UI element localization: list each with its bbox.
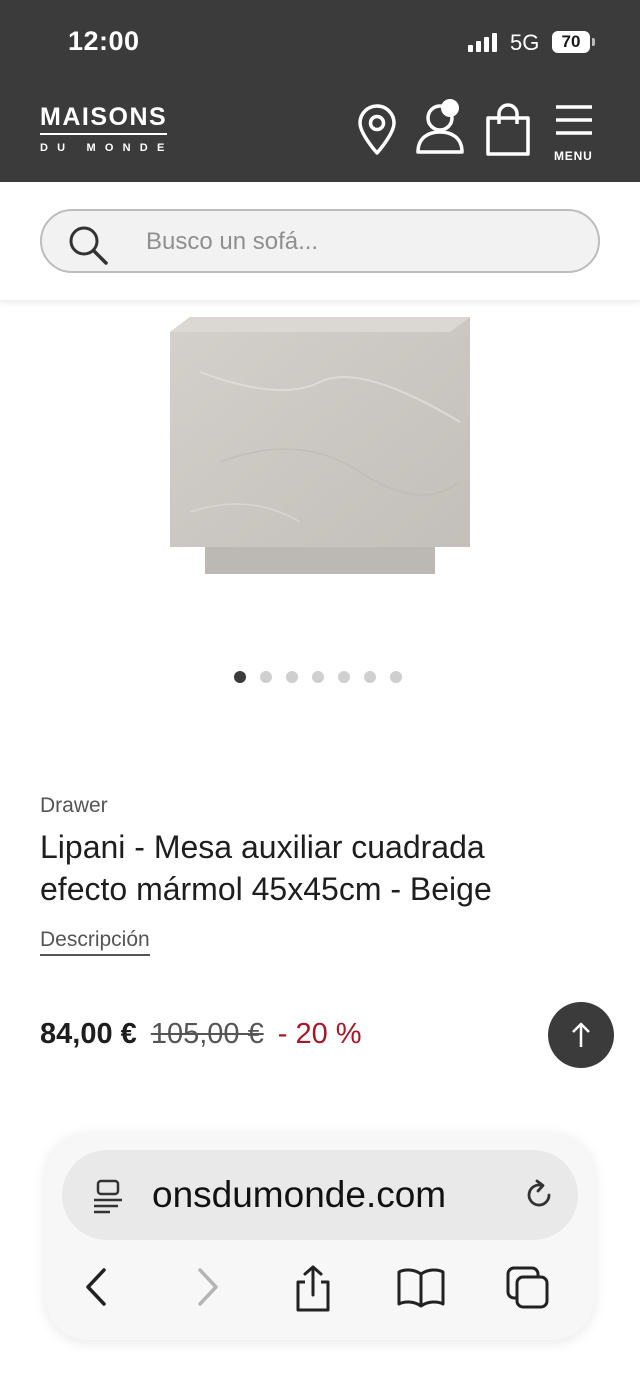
signal-icon xyxy=(468,33,497,52)
menu-label[interactable]: MENU xyxy=(554,149,593,163)
site-header: 12:00 5G 70 MAISONS DU MONDE MENU xyxy=(0,0,640,182)
bookmarks-icon[interactable] xyxy=(396,1264,446,1310)
logo-sub-text: DU MONDE xyxy=(40,142,174,154)
product-brand[interactable]: Drawer xyxy=(40,794,108,818)
product-title: Lipani - Mesa auxiliar cuadrada efecto m… xyxy=(40,829,492,907)
tabs-icon[interactable] xyxy=(504,1264,552,1312)
search-icon[interactable] xyxy=(66,223,110,267)
product-image[interactable] xyxy=(160,312,500,582)
gallery-dot[interactable] xyxy=(364,671,376,683)
gallery-dot[interactable] xyxy=(234,671,246,683)
back-to-top-button[interactable] xyxy=(548,1002,614,1068)
description-link[interactable]: Descripción xyxy=(40,928,150,956)
forward-icon[interactable] xyxy=(190,1264,226,1310)
status-time: 12:00 xyxy=(68,26,140,56)
gallery-dot[interactable] xyxy=(260,671,272,683)
search-input[interactable] xyxy=(146,227,566,257)
price-original: 105,00 € xyxy=(150,1018,264,1050)
gallery-dot[interactable] xyxy=(390,671,402,683)
logo-main-text: MAISONS xyxy=(40,103,168,131)
site-logo[interactable]: MAISONS DU MONDE xyxy=(40,104,174,154)
battery-icon: 70 xyxy=(552,31,590,53)
back-icon[interactable] xyxy=(78,1264,114,1310)
arrow-up-icon xyxy=(572,1022,590,1047)
network-type: 5G xyxy=(510,30,540,55)
browser-nav-row xyxy=(46,1260,594,1320)
reload-icon[interactable] xyxy=(522,1178,556,1212)
gallery-dot[interactable] xyxy=(312,671,324,683)
discount-label: - 20 % xyxy=(277,1018,362,1050)
logo-divider xyxy=(40,133,167,135)
price-current: 84,00 € xyxy=(40,1018,137,1050)
address-bar[interactable]: onsdumonde.com xyxy=(62,1150,578,1240)
gallery-dot[interactable] xyxy=(338,671,350,683)
store-locator-icon[interactable] xyxy=(356,104,398,156)
cart-icon[interactable] xyxy=(484,102,532,158)
gallery-dots xyxy=(234,671,402,683)
url-text[interactable]: onsdumonde.com xyxy=(152,1174,524,1216)
search-bar[interactable] xyxy=(40,209,600,273)
battery-tip xyxy=(592,38,595,46)
menu-icon[interactable] xyxy=(554,103,594,139)
page: 12:00 5G 70 MAISONS DU MONDE MENU Busco … xyxy=(0,0,640,1385)
share-icon[interactable] xyxy=(292,1264,334,1314)
price-row: 84,00 € 105,00 € - 20 % xyxy=(40,1018,362,1051)
browser-toolbar: onsdumonde.com xyxy=(46,1134,594,1340)
gallery-dot[interactable] xyxy=(286,671,298,683)
reader-icon[interactable] xyxy=(90,1178,126,1214)
search-section xyxy=(0,182,640,300)
account-icon[interactable] xyxy=(414,98,470,156)
